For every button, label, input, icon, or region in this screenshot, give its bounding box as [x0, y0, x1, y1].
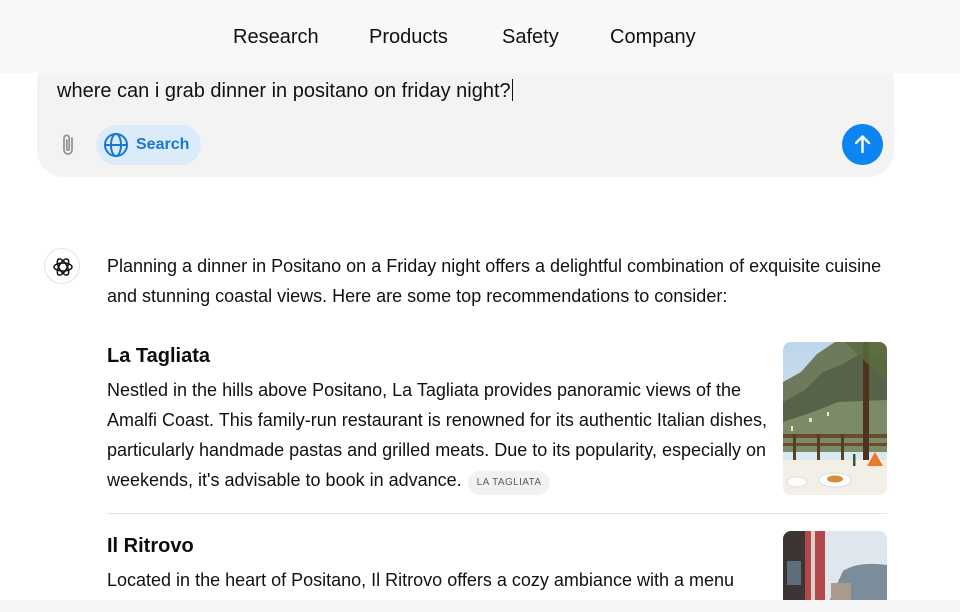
- nav-item-products[interactable]: Products: [369, 25, 448, 49]
- message-composer: where can i grab dinner in positano on f…: [37, 56, 894, 177]
- text-caret: [511, 79, 514, 101]
- restaurant-title: La Tagliata: [107, 345, 210, 367]
- source-citation-chip[interactable]: LA TAGLIATA: [467, 471, 551, 495]
- top-navigation: Research Products Safety Company: [0, 0, 960, 73]
- restaurant-photo[interactable]: [783, 531, 887, 606]
- restaurant-photo[interactable]: [783, 342, 887, 495]
- terrace-photo: [783, 342, 887, 495]
- openai-logo-icon: [53, 258, 73, 276]
- section-divider: [107, 513, 887, 514]
- globe-icon: [104, 133, 128, 157]
- search-toggle-label: Search: [136, 136, 190, 153]
- nav-item-company[interactable]: Company: [610, 25, 696, 49]
- scroll-fade: [0, 600, 960, 612]
- prompt-input[interactable]: where can i grab dinner in positano on f…: [57, 79, 514, 103]
- response-intro: Planning a dinner in Positano on a Frida…: [107, 256, 882, 306]
- send-button[interactable]: [842, 124, 883, 165]
- prompt-input-text: where can i grab dinner in positano on f…: [57, 80, 511, 102]
- arrow-up-icon: [854, 135, 871, 154]
- assistant-avatar: [44, 248, 80, 284]
- restaurant-description: Located in the heart of Positano, Il Rit…: [107, 570, 735, 590]
- nav-item-safety[interactable]: Safety: [502, 25, 559, 49]
- attach-button[interactable]: [57, 132, 81, 158]
- restaurant-interior-photo: [783, 531, 887, 606]
- paperclip-icon: [63, 134, 73, 155]
- restaurant-description-text: Nestled in the hills above Positano, La …: [107, 380, 767, 490]
- restaurant-description: Nestled in the hills above Positano, La …: [107, 375, 767, 495]
- nav-item-research[interactable]: Research: [233, 25, 319, 49]
- search-toggle-button[interactable]: Search: [96, 125, 201, 165]
- restaurant-title: Il Ritrovo: [107, 535, 194, 557]
